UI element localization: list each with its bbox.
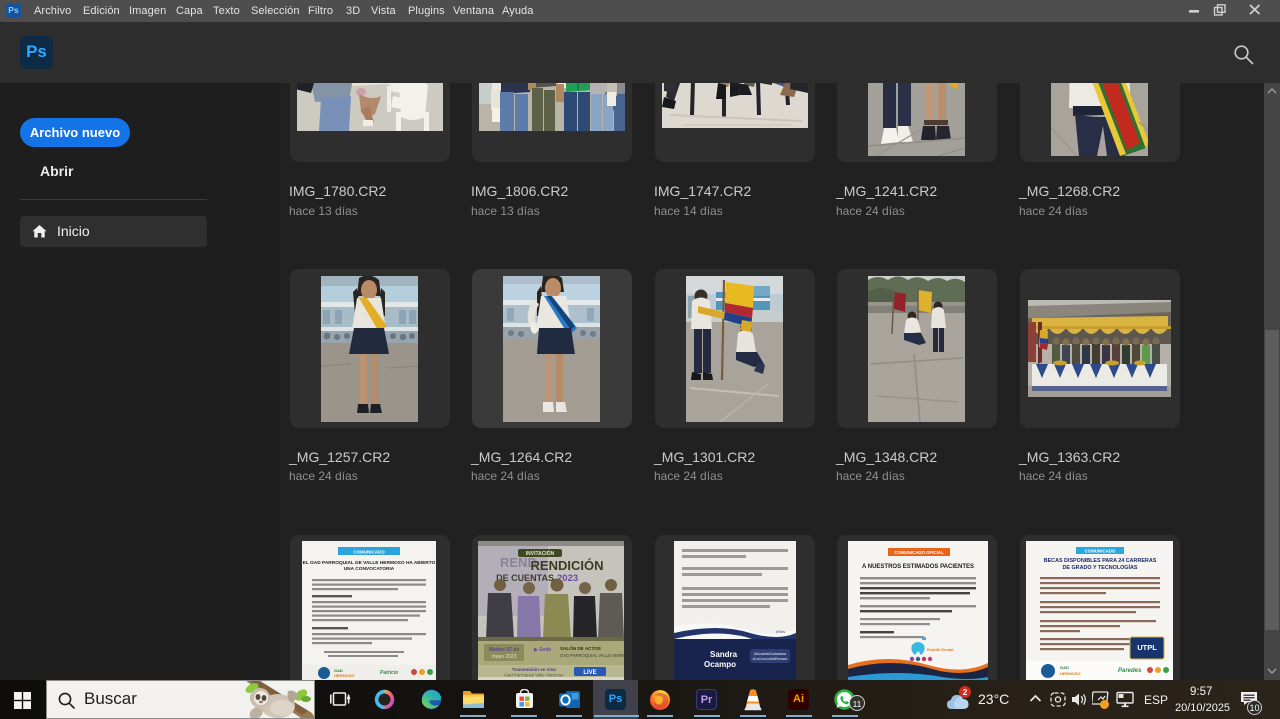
svg-text:Martes 07 de: Martes 07 de [489,647,520,653]
svg-text:EL GAD PARROQUIAL DE VALLE HER: EL GAD PARROQUIAL DE VALLE HERMOSO HA AB… [303,560,436,566]
svg-text:Patricio: Patricio [380,670,398,676]
svg-text:Estetik Dental: Estetik Dental [927,647,953,652]
svg-text:HERMOSO: HERMOSO [334,673,355,678]
svg-text:Transmisión en vivo: Transmisión en vivo [512,667,556,672]
svg-text:COMUNICADO: COMUNICADO [353,550,385,555]
svg-text:▶ Sede: ▶ Sede [533,647,551,653]
svg-text:GAD: GAD [1060,665,1069,670]
svg-text:GAD PARROQUIAL VALLE HERMOSO: GAD PARROQUIAL VALLE HERMOSO [560,653,624,658]
svg-text:RENDICIÓN: RENDICIÓN [531,558,604,573]
svg-text:A NUESTROS ESTIMADOS PACIENTES: A NUESTROS ESTIMADOS PACIENTES [862,564,974,570]
svg-text:Gad Parroquial Valle Hermoso: Gad Parroquial Valle Hermoso [504,673,564,678]
svg-text:SALÓN DE ACTOS: SALÓN DE ACTOS [560,644,601,651]
svg-text:mayo 2023: mayo 2023 [492,654,517,660]
svg-text:COMUNICADO OFICIAL: COMUNICADO OFICIAL [894,550,944,555]
svg-text:LIVE: LIVE [583,670,596,676]
svg-text:Sandra: Sandra [710,650,738,659]
svg-text:Ocampo: Ocampo [704,660,736,669]
svg-text:DE GRADO Y TECNOLOGÍAS: DE GRADO Y TECNOLOGÍAS [1063,563,1138,571]
svg-text:UTPL: UTPL [1137,643,1157,652]
svg-text:Paredes: Paredes [1118,668,1142,674]
svg-text:HERMOSO: HERMOSO [1060,671,1081,676]
svg-text:COMUNICADO: COMUNICADO [1085,549,1116,554]
svg-text:BECAS DISPONIBLES PARA 24 CARR: BECAS DISPONIBLES PARA 24 CARRERAS [1044,558,1157,564]
svg-text:#Ses: #Ses [776,629,785,634]
svg-text:UNA CONVOCATORIA: UNA CONVOCATORIA [344,566,395,572]
svg-text:#AlcaldiaCiudadana: #AlcaldiaCiudadana [754,652,786,656]
svg-text:#LaConcordiaRenace: #LaConcordiaRenace [753,657,788,661]
